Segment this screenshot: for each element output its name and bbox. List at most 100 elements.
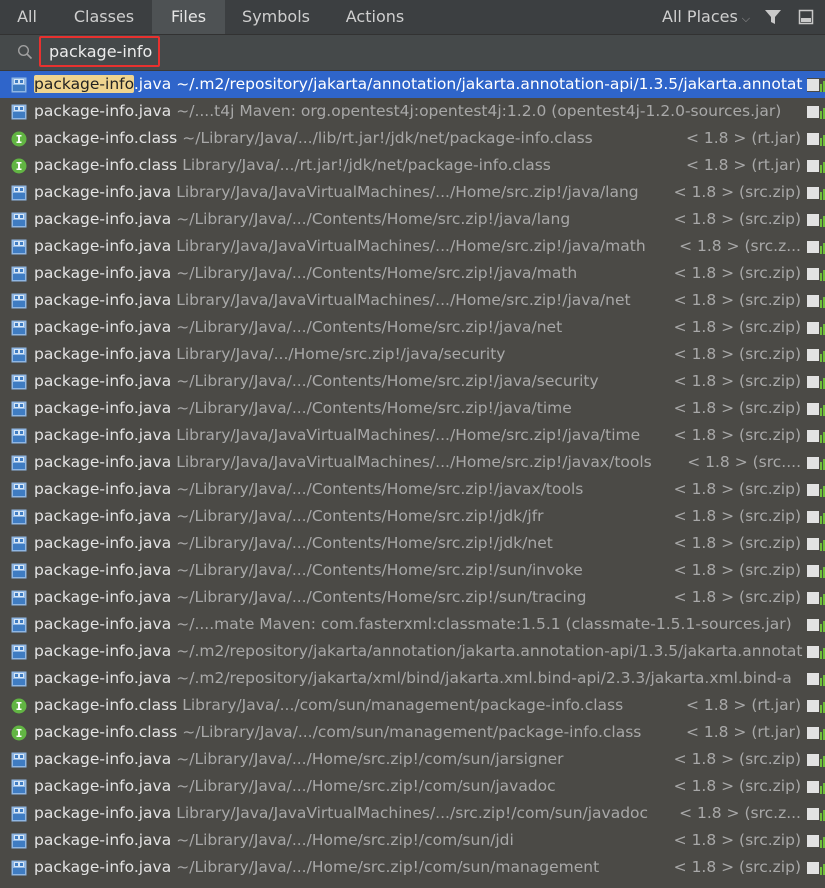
java-file-icon [11,320,27,336]
list-item[interactable]: package-info.java ~/Library/Java/.../Cont… [0,476,825,503]
list-item[interactable]: package-info.java ~/Library/Java/.../Cont… [0,557,825,584]
file-path: ~/Library/Java/.../Home/src.zip!/com/sun… [176,777,556,795]
tab-actions[interactable]: Actions [328,0,422,34]
library-info: < 1.8 > (src.zip) [665,854,801,881]
search-input[interactable] [39,36,160,67]
list-item[interactable]: package-info.java ~/Library/Java/.../Cont… [0,395,825,422]
file-entry: package-info.java Library/Java/JavaVirtua… [34,800,648,827]
list-item[interactable]: package-info.java ~/Library/Java/.../Home… [0,746,825,773]
list-item[interactable]: package-info.java ~/Library/Java/.../Cont… [0,206,825,233]
file-entry: package-info.java ~/Library/Java/.../Cont… [34,557,583,584]
list-item[interactable]: package-info.java ~/....t4j Maven: org.op… [0,98,825,125]
list-item[interactable]: package-info.java Library/Java/JavaVirtua… [0,800,825,827]
file-name: package-info.class [34,129,178,147]
list-item[interactable]: package-info.java ~/Library/Java/.../Cont… [0,584,825,611]
list-item[interactable]: package-info.java ~/Library/Java/.../Cont… [0,503,825,530]
list-item[interactable]: package-info.java ~/Library/Java/.../Cont… [0,530,825,557]
list-item[interactable]: package-info.java ~/Library/Java/.../Home… [0,773,825,800]
list-item[interactable]: package-info.java Library/Java/JavaVirtua… [0,179,825,206]
file-entry: package-info.java Library/Java/.../Home/s… [34,341,505,368]
file-entry: package-info.java ~/Library/Java/.../Home… [34,827,514,854]
file-name: .java [133,75,172,93]
list-item[interactable]: package-info.java ~/.m2/repository/jakart… [0,665,825,692]
file-entry: package-info.java ~/Library/Java/.../Cont… [34,530,553,557]
match-highlight: package-info [34,75,134,93]
file-path: ~/Library/Java/.../Contents/Home/src.zip… [176,399,572,417]
file-name: package-info.java [34,750,172,768]
file-path: Library/Java/JavaVirtualMachines/.../Hom… [176,426,641,444]
library-info: < 1.8 > (rt.jar) [677,152,801,179]
class-file-icon [11,725,27,741]
library-info: < 1.8 > (src.zip) [665,476,801,503]
file-path: ~/Library/Java/.../lib/rt.jar!/jdk/net/p… [182,129,593,147]
scope-dropdown-label: All Places [662,7,738,26]
list-item[interactable]: package-info.java ~/.m2/repository/jakart… [0,71,825,98]
tab-classes[interactable]: Classes [58,0,150,34]
list-item[interactable]: package-info.java ~/Library/Java/.../Cont… [0,314,825,341]
library-info: < 1.8 > (src.zip) [665,422,801,449]
file-name: package-info.java [34,561,172,579]
list-item[interactable]: package-info.java Library/Java/JavaVirtua… [0,233,825,260]
library-icon [807,726,825,740]
file-name: package-info.java [34,264,172,282]
list-item[interactable]: package-info.java ~/....mate Maven: com.f… [0,611,825,638]
file-path: ~/.m2/repository/jakarta/annotation/jaka… [176,75,803,93]
file-name: package-info.class [34,156,178,174]
java-file-icon [11,860,27,876]
file-entry: package-info.java Library/Java/JavaVirtua… [34,287,631,314]
file-path: ~/Library/Java/.../Contents/Home/src.zip… [176,534,553,552]
file-entry: package-info.java ~/Library/Java/.../Cont… [34,260,577,287]
library-info: < 1.8 > (src.zip) [665,773,801,800]
list-item[interactable]: package-info.class Library/Java/.../rt.ja… [0,152,825,179]
list-item[interactable]: package-info.class Library/Java/.../com/s… [0,692,825,719]
java-file-icon [11,401,27,417]
file-entry: package-info.java ~/Library/Java/.../Home… [34,773,556,800]
file-name: package-info.java [34,318,172,336]
search-icon [17,44,33,60]
list-item[interactable]: package-info.java ~/Library/Java/.../Home… [0,827,825,854]
java-file-icon [11,779,27,795]
filter-icon[interactable] [764,9,782,25]
java-file-icon [11,482,27,498]
class-file-icon [11,131,27,147]
library-icon [807,321,825,335]
library-info: < 1.8 > (src.zip) [665,395,801,422]
list-item[interactable]: package-info.java Library/Java/JavaVirtua… [0,287,825,314]
library-icon [807,267,825,281]
library-info: < 1.8 > (src.zip) [665,341,801,368]
list-item[interactable]: package-info.java Library/Java/JavaVirtua… [0,449,825,476]
list-item[interactable]: package-info.java Library/Java/JavaVirtua… [0,422,825,449]
file-path: ~/Library/Java/.../Contents/Home/src.zip… [176,210,571,228]
list-item[interactable]: package-info.java ~/Library/Java/.../Cont… [0,260,825,287]
file-name: package-info.java [34,453,172,471]
file-path: Library/Java/JavaVirtualMachines/.../src… [176,804,649,822]
pin-window-icon[interactable] [798,9,814,25]
list-item[interactable]: package-info.class ~/Library/Java/.../lib… [0,125,825,152]
java-file-icon [11,644,27,660]
tab-all[interactable]: All [4,0,50,34]
file-path: ~/Library/Java/.../Contents/Home/src.zip… [176,318,563,336]
scope-dropdown[interactable]: All Places ⌵ [662,0,750,34]
library-icon [807,294,825,308]
library-info: < 1.8 > (src.zip) [665,287,801,314]
java-file-icon [11,752,27,768]
file-path: Library/Java/JavaVirtualMachines/.../Hom… [176,453,652,471]
list-item[interactable]: package-info.java ~/Library/Java/.../Home… [0,854,825,881]
list-item[interactable]: package-info.java ~/.m2/repository/jakart… [0,638,825,665]
java-file-icon [11,671,27,687]
tab-symbols[interactable]: Symbols [228,0,324,34]
file-name: package-info.java [34,237,172,255]
file-name: package-info.java [34,831,172,849]
list-item[interactable]: package-info.class ~/Library/Java/.../com… [0,719,825,746]
list-item[interactable]: package-info.java Library/Java/.../Home/s… [0,341,825,368]
tab-files[interactable]: Files [152,0,225,34]
java-file-icon [11,509,27,525]
java-file-icon [11,185,27,201]
library-info: < 1.8 > (src.zip) [665,503,801,530]
library-icon [807,564,825,578]
library-info: < 1.8 > (src.zip) [665,206,801,233]
list-item[interactable]: package-info.java ~/Library/Java/.../Cont… [0,368,825,395]
java-file-icon [11,212,27,228]
library-info: < 1.8 > (src.zip) [665,557,801,584]
library-icon [807,591,825,605]
